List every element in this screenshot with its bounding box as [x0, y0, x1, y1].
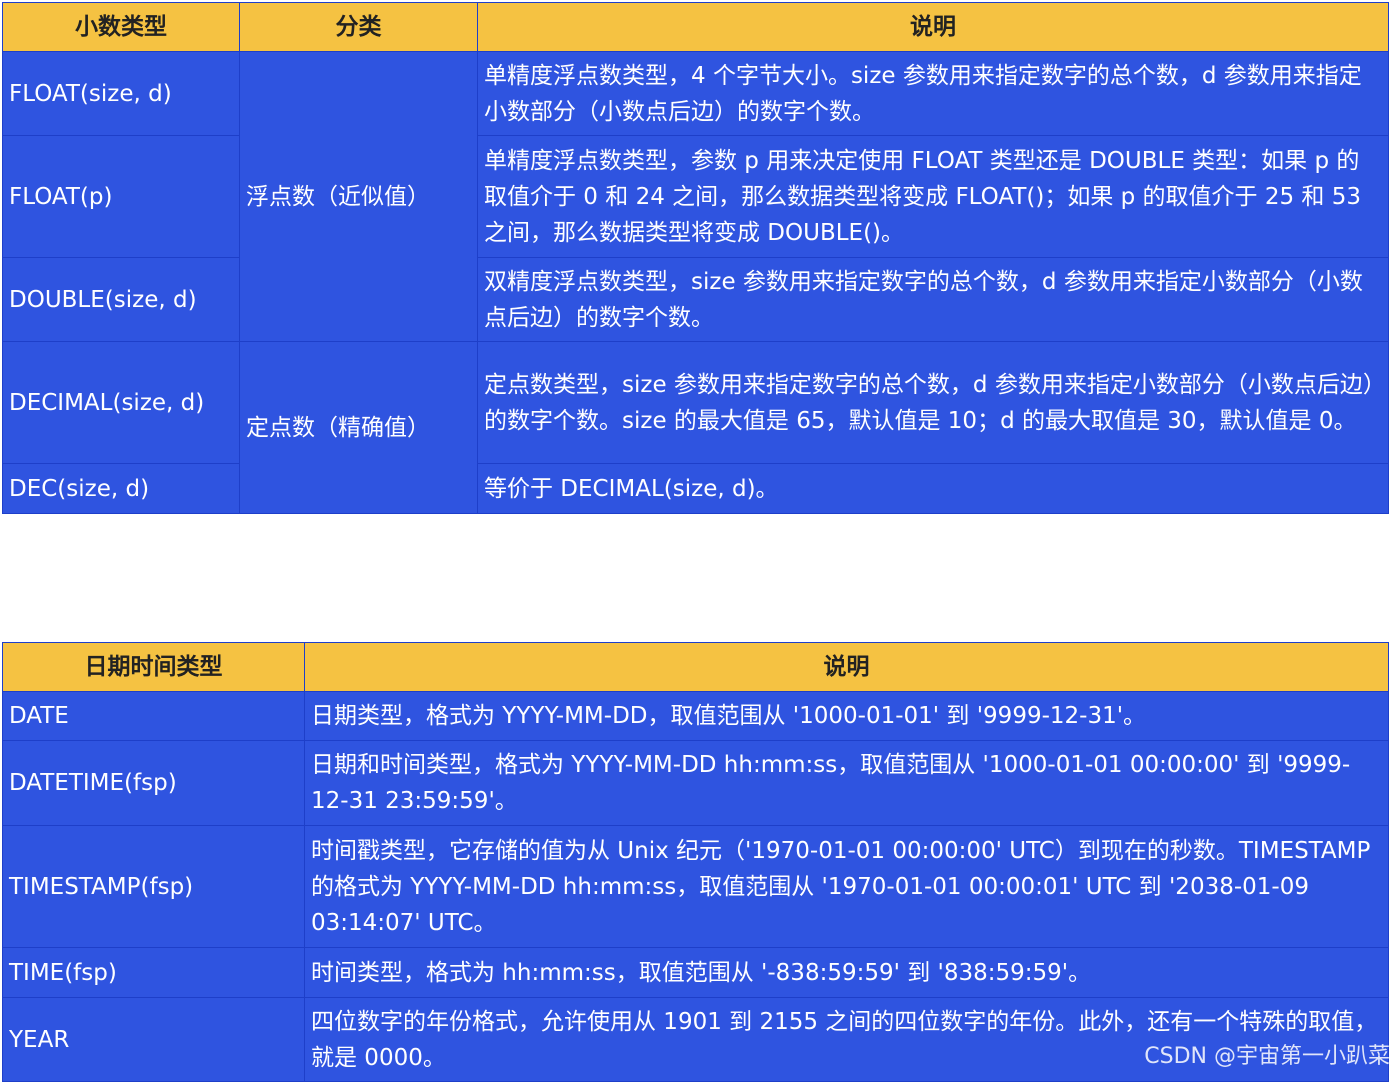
description-cell: 双精度浮点数类型，size 参数用来指定数字的总个数，d 参数用来指定小数部分（…: [477, 257, 1389, 342]
table-row: DEC(size, d) 等价于 DECIMAL(size, d)。: [2, 463, 1389, 514]
description-cell: 单精度浮点数类型，参数 p 用来决定使用 FLOAT 类型还是 DOUBLE 类…: [477, 135, 1389, 258]
type-cell: YEAR: [2, 997, 305, 1082]
datetime-types-table: 日期时间类型 说明 DATE 日期类型，格式为 YYYY-MM-DD，取值范围从…: [2, 642, 1389, 1082]
header-description: 说明: [304, 642, 1389, 692]
category-cell-fixed: 定点数（精确值）: [239, 341, 478, 514]
csdn-watermark: CSDN @宇宙第一小趴菜: [1144, 1044, 1390, 1069]
type-cell: FLOAT(p): [2, 135, 240, 258]
type-cell: DECIMAL(size, d): [2, 341, 240, 464]
header-description: 说明: [477, 2, 1389, 52]
table-row: FLOAT(size, d) 浮点数（近似值） 单精度浮点数类型，4 个字节大小…: [2, 51, 1389, 342]
table-row: DATETIME(fsp) 日期和时间类型，格式为 YYYY-MM-DD hh:…: [2, 740, 1389, 826]
header-datetime-type: 日期时间类型: [2, 642, 305, 692]
table-row: FLOAT(p) 单精度浮点数类型，参数 p 用来决定使用 FLOAT 类型还是…: [2, 135, 1389, 258]
table-row: TIMESTAMP(fsp) 时间戳类型，它存储的值为从 Unix 纪元（'19…: [2, 825, 1389, 948]
description-cell: 日期类型，格式为 YYYY-MM-DD，取值范围从 '1000-01-01' 到…: [304, 691, 1389, 741]
type-cell: TIME(fsp): [2, 947, 305, 998]
description-cell: 等价于 DECIMAL(size, d)。: [477, 463, 1389, 514]
type-cell: DATE: [2, 691, 305, 741]
type-cell: DATETIME(fsp): [2, 740, 305, 826]
description-cell: 时间类型，格式为 hh:mm:ss，取值范围从 '-838:59:59' 到 '…: [304, 947, 1389, 998]
table-row: DOUBLE(size, d) 双精度浮点数类型，size 参数用来指定数字的总…: [2, 257, 1389, 342]
type-cell: DEC(size, d): [2, 463, 240, 514]
description-cell: 时间戳类型，它存储的值为从 Unix 纪元（'1970-01-01 00:00:…: [304, 825, 1389, 948]
type-cell: FLOAT(size, d): [2, 51, 240, 136]
type-cell: TIMESTAMP(fsp): [2, 825, 305, 948]
header-decimal-type: 小数类型: [2, 2, 240, 52]
header-category: 分类: [239, 2, 478, 52]
decimal-types-table: 小数类型 分类 说明 FLOAT(size, d) 浮点数（近似值） 单精度浮点…: [2, 2, 1389, 514]
category-cell-float: 浮点数（近似值）: [239, 51, 478, 342]
table-header-row: 日期时间类型 说明: [2, 642, 1389, 692]
table-row: DECIMAL(size, d) 定点数（精确值） 定点数类型，size 参数用…: [2, 341, 1389, 514]
type-cell: DOUBLE(size, d): [2, 257, 240, 342]
table-row: DATE 日期类型，格式为 YYYY-MM-DD，取值范围从 '1000-01-…: [2, 691, 1389, 741]
description-cell: 日期和时间类型，格式为 YYYY-MM-DD hh:mm:ss，取值范围从 '1…: [304, 740, 1389, 826]
table-row: TIME(fsp) 时间类型，格式为 hh:mm:ss，取值范围从 '-838:…: [2, 947, 1389, 998]
description-cell: 单精度浮点数类型，4 个字节大小。size 参数用来指定数字的总个数，d 参数用…: [477, 51, 1389, 136]
table-header-row: 小数类型 分类 说明: [2, 2, 1389, 52]
description-cell: 定点数类型，size 参数用来指定数字的总个数，d 参数用来指定小数部分（小数点…: [477, 341, 1389, 464]
